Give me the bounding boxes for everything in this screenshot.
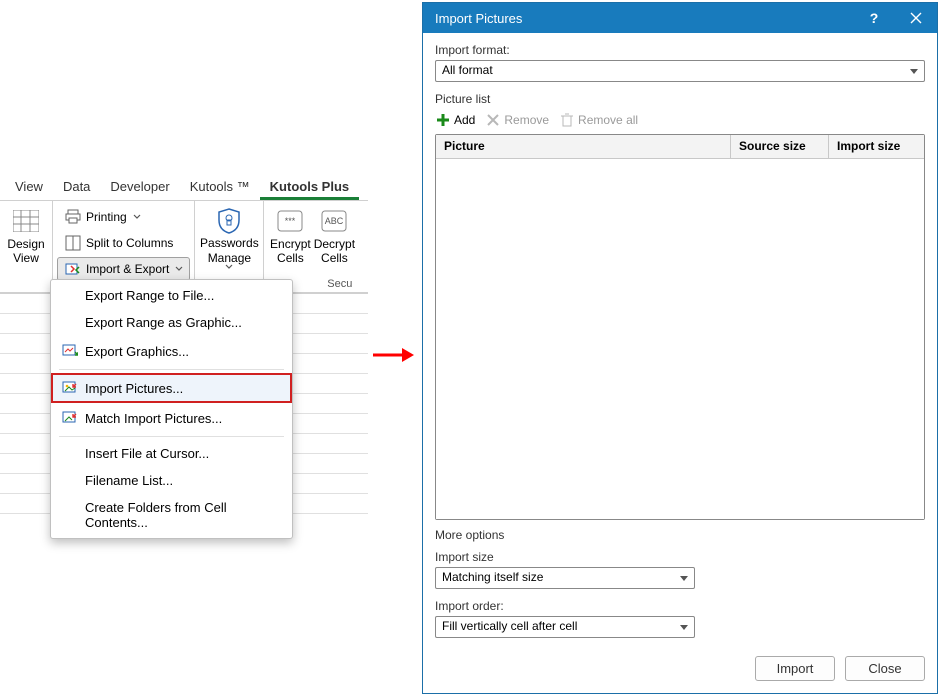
decrypt-cells-button[interactable]: ABC DecryptCells [312,203,356,273]
import-format-select[interactable]: All format [435,60,925,82]
dialog-body: Import format: All format Picture list A… [423,33,937,646]
menu-match-import-pictures[interactable]: Match Import Pictures... [51,403,292,433]
import-button[interactable]: Import [755,656,835,681]
picture-list-label: Picture list [435,92,925,106]
printer-icon [64,208,82,226]
printing-label: Printing [86,210,127,224]
decrypt-icon: ABC [320,207,348,235]
picture-listbox[interactable]: Picture Source size Import size [435,134,925,520]
menu-create-folders[interactable]: Create Folders from Cell Contents... [51,494,292,536]
ribbon-tabs: View Data Developer Kutools ™ Kutools Pl… [0,175,368,201]
import-pictures-dialog: Import Pictures ? Import format: All for… [422,2,938,694]
x-icon [485,112,501,128]
design-view-label: DesignView [7,237,44,266]
dialog-buttons: Import Close [423,646,937,693]
dialog-title: Import Pictures [435,11,522,26]
split-columns-button[interactable]: Split to Columns [57,231,190,255]
svg-text:***: *** [285,216,296,226]
menu-label: Match Import Pictures... [85,411,222,426]
menu-import-pictures[interactable]: Import Pictures... [51,373,292,403]
import-order-select[interactable]: Fill vertically cell after cell [435,616,695,638]
tab-view[interactable]: View [5,175,53,200]
tab-developer[interactable]: Developer [100,175,179,200]
remove-label: Remove [504,113,549,127]
remove-button: Remove [485,112,549,128]
chevron-down-icon [225,263,233,271]
picture-list-toolbar: Add Remove Remove all [435,110,925,134]
help-button[interactable]: ? [853,3,895,33]
tab-kutools[interactable]: Kutools ™ [180,175,260,200]
menu-label: Export Range to File... [85,288,214,303]
chevron-down-icon [175,265,183,273]
menu-label: Create Folders from Cell Contents... [85,500,282,530]
design-view-icon [12,207,40,235]
tab-data[interactable]: Data [53,175,100,200]
menu-separator [59,369,284,370]
menu-filename-list[interactable]: Filename List... [51,467,292,494]
import-size-value: Matching itself size [442,570,543,584]
import-format-value: All format [442,63,493,77]
close-button[interactable] [895,3,937,33]
match-import-icon [61,409,79,427]
import-order-label: Import order: [435,599,925,613]
encrypt-cells-button[interactable]: *** EncryptCells [268,203,312,273]
import-export-menu: Export Range to File... Export Range as … [50,279,293,539]
list-header: Picture Source size Import size [436,135,924,159]
tab-kutools-plus[interactable]: Kutools Plus [260,175,359,200]
menu-export-range-file[interactable]: Export Range to File... [51,282,292,309]
menu-export-graphics[interactable]: Export Graphics... [51,336,292,366]
menu-label: Filename List... [85,473,173,488]
import-pictures-icon [61,379,79,397]
arrow-icon [372,346,416,364]
remove-all-label: Remove all [578,113,638,127]
import-size-select[interactable]: Matching itself size [435,567,695,589]
dialog-titlebar: Import Pictures ? [423,3,937,33]
decrypt-label: DecryptCells [314,237,355,266]
col-import-size[interactable]: Import size [829,135,924,158]
plus-icon [435,112,451,128]
design-view-button[interactable]: DesignView [4,203,48,273]
import-export-button[interactable]: Import & Export [57,257,190,281]
menu-label: Export Graphics... [85,344,189,359]
export-graphics-icon [61,342,79,360]
list-body [436,159,924,519]
menu-label: Insert File at Cursor... [85,446,209,461]
printing-button[interactable]: Printing [57,205,190,229]
close-dialog-button[interactable]: Close [845,656,925,681]
menu-separator [59,436,284,437]
passwords-label: PasswordsManage [200,236,259,265]
trash-icon [559,112,575,128]
import-format-label: Import format: [435,43,925,57]
encrypt-icon: *** [276,207,304,235]
group-design-view: DesignView [0,201,53,292]
svg-text:ABC: ABC [325,216,344,226]
import-size-label: Import size [435,550,925,564]
shield-icon [215,207,243,234]
chevron-down-icon [133,213,141,221]
svg-text:?: ? [870,11,879,25]
remove-all-button: Remove all [559,112,638,128]
more-options-label: More options [435,528,925,542]
add-button[interactable]: Add [435,112,475,128]
menu-insert-file-cursor[interactable]: Insert File at Cursor... [51,440,292,467]
split-columns-label: Split to Columns [86,236,173,250]
menu-export-range-graphic[interactable]: Export Range as Graphic... [51,309,292,336]
passwords-manage-button[interactable]: PasswordsManage [199,203,259,273]
menu-label: Export Range as Graphic... [85,315,242,330]
split-columns-icon [64,234,82,252]
import-export-label: Import & Export [86,262,169,276]
add-label: Add [454,113,475,127]
col-picture[interactable]: Picture [436,135,731,158]
menu-label: Import Pictures... [85,381,183,396]
import-export-icon [64,260,82,278]
col-source-size[interactable]: Source size [731,135,829,158]
import-order-value: Fill vertically cell after cell [442,619,577,633]
encrypt-label: EncryptCells [270,237,311,266]
